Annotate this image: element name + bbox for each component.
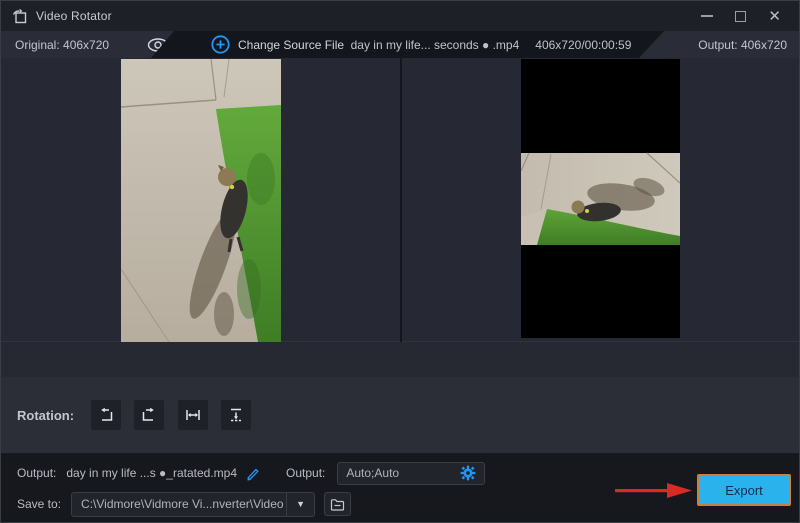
chevron-down-icon: ▼ [296,499,305,509]
output-info-tab: Output: 406x720 [639,31,799,58]
preview-pane-divider [400,58,402,342]
playback-controls: 00:00:39.04/00:00:59.18 [1,342,799,377]
video-rotator-window: Video Rotator ✕ Original: 406x720 Change… [0,0,800,523]
flip-horizontal-button[interactable] [178,400,208,430]
rotation-section: Rotation: [1,377,799,453]
edit-pencil-icon[interactable] [245,466,260,481]
output-format-value: Auto;Auto [346,466,460,480]
change-source-file-label: Change Source File [238,38,344,52]
folder-icon [330,498,345,511]
source-file-info: day in my life... seconds ● .mp4 406x720… [341,31,641,58]
save-to-label: Save to: [17,497,61,511]
original-video-frame [121,59,281,342]
rotate-left-button[interactable] [91,400,121,430]
rotate-left-icon [98,407,114,423]
output-file-name: day in my life ...s ●_ratated.mp4 [66,466,237,480]
preview-eye-icon[interactable] [147,38,169,52]
export-button[interactable]: Export [697,474,791,506]
close-icon[interactable]: ✕ [768,9,781,24]
annotation-arrow-icon [615,482,693,499]
save-path-field[interactable]: C:\Vidmore\Vidmore Vi...nverter\Video Ro… [71,492,315,517]
save-to-row: Save to: C:\Vidmore\Vidmore Vi...nverter… [17,491,351,517]
source-file-name: day in my life... seconds ● .mp4 [351,38,520,52]
source-file-meta: 406x720/00:00:59 [535,38,631,52]
rotated-video-frame [521,59,680,338]
maximize-icon[interactable] [735,11,746,22]
flip-horizontal-icon [185,407,201,423]
settings-gear-icon[interactable] [460,465,476,481]
original-resolution-label: Original: 406x720 [15,38,109,52]
browse-folder-button[interactable] [324,492,351,516]
info-bar: Original: 406x720 Change Source File day… [1,31,799,58]
output-file-row: Output: day in my life ...s ●_ratated.mp… [17,461,485,485]
output-format-field[interactable]: Auto;Auto [337,462,485,485]
add-circle-icon [211,35,230,54]
app-rotate-icon [11,8,28,25]
rotation-label: Rotation: [17,377,74,453]
flip-vertical-button[interactable] [221,400,251,430]
rotate-right-button[interactable] [134,400,164,430]
output-format-label: Output: [286,466,325,480]
save-path-dropdown[interactable]: ▼ [286,493,314,516]
original-video-preview [121,59,281,342]
original-info-tab: Original: 406x720 [1,31,186,58]
output-file-label: Output: [17,466,56,480]
rotate-right-icon [141,407,157,423]
rotated-video-preview [521,59,680,338]
save-path-value: C:\Vidmore\Vidmore Vi...nverter\Video Ro… [81,497,286,511]
flip-vertical-icon [228,407,244,423]
app-title: Video Rotator [36,9,112,23]
title-bar: Video Rotator ✕ [1,1,799,31]
minimize-icon[interactable] [701,15,713,17]
change-source-file-button[interactable]: Change Source File [211,31,344,58]
output-resolution-label: Output: 406x720 [698,38,787,52]
